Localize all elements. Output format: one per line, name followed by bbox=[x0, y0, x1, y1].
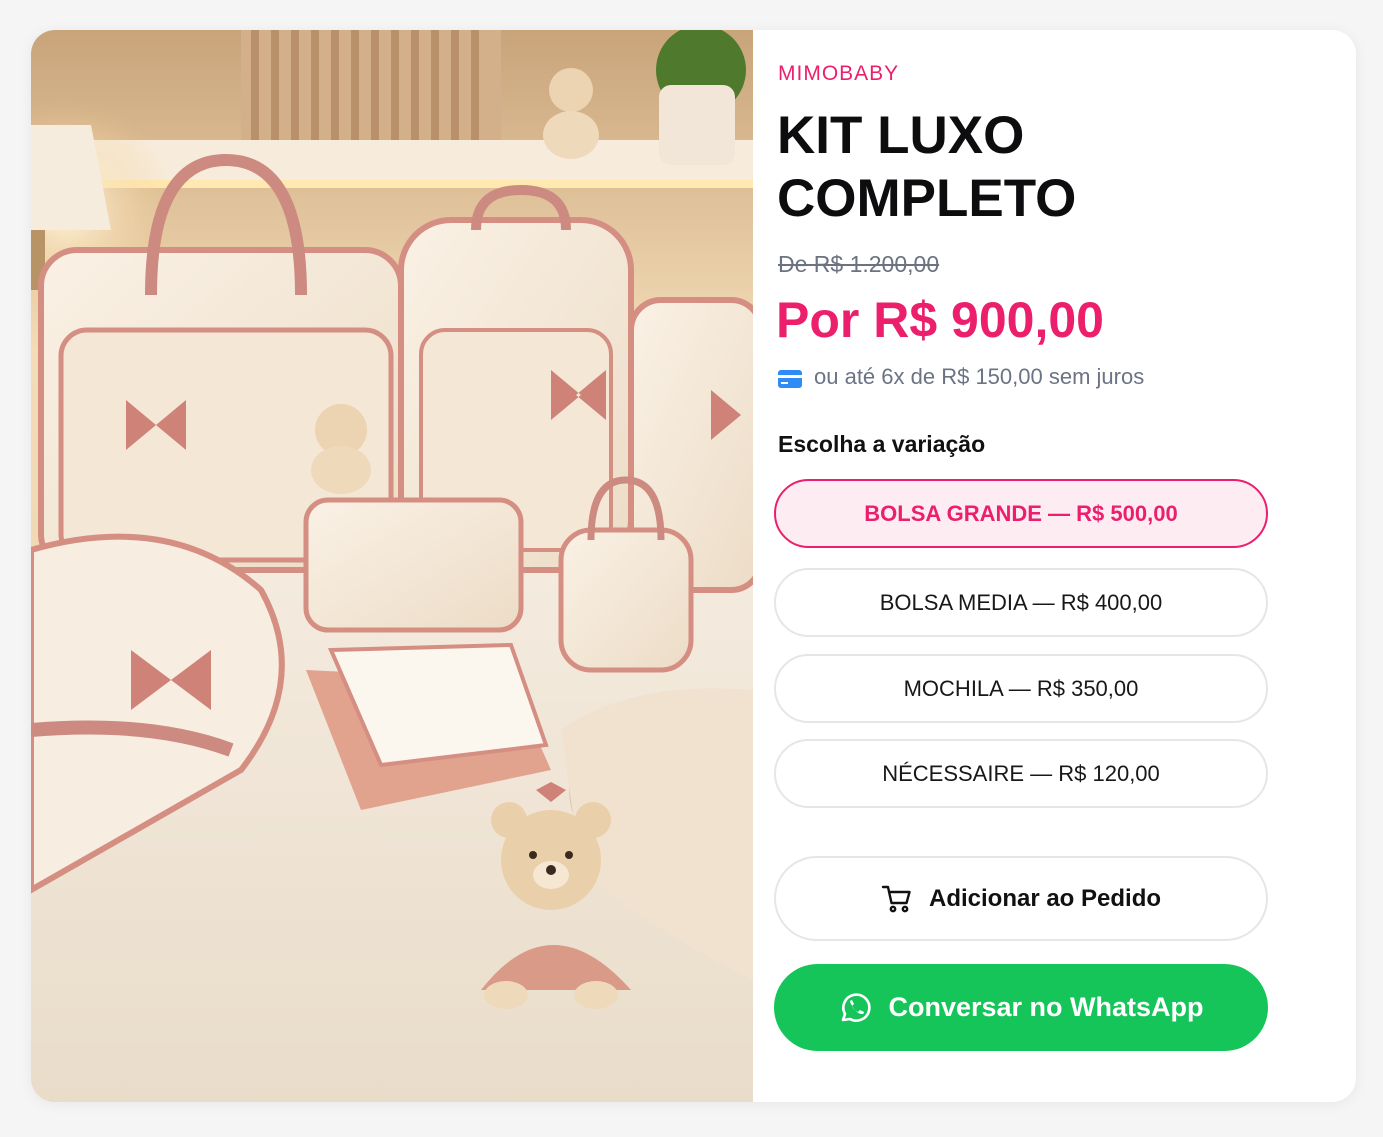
original-price: De R$ 1.200,00 bbox=[778, 251, 940, 277]
variation-option-label: BOLSA GRANDE — R$ 500,00 bbox=[864, 500, 1178, 526]
add-to-order-label: Adicionar ao Pedido bbox=[928, 884, 1162, 912]
variation-option-label: BOLSA MEDIA — R$ 400,00 bbox=[879, 589, 1163, 615]
installments-info: ou até 6x de R$ 150,00 sem juros bbox=[778, 364, 1144, 390]
variation-option-label: NÉCESSAIRE — R$ 120,00 bbox=[882, 760, 1160, 786]
whatsapp-icon bbox=[838, 991, 872, 1025]
variation-label: Escolha a variação bbox=[778, 431, 986, 457]
variation-option-label: MOCHILA — R$ 350,00 bbox=[903, 675, 1139, 701]
variation-option-bolsa-grande[interactable]: BOLSA GRANDE — R$ 500,00 bbox=[774, 479, 1268, 548]
brand-name: MIMOBABY bbox=[778, 62, 900, 85]
whatsapp-label: Conversar no WhatsApp bbox=[888, 992, 1204, 1022]
sale-price: Por R$ 900,00 bbox=[776, 292, 1104, 348]
variation-option-mochila[interactable]: MOCHILA — R$ 350,00 bbox=[774, 654, 1268, 723]
credit-card-icon bbox=[778, 368, 802, 388]
variation-option-bolsa-media[interactable]: BOLSA MEDIA — R$ 400,00 bbox=[774, 568, 1268, 637]
add-to-order-button[interactable]: Adicionar ao Pedido bbox=[774, 856, 1268, 941]
whatsapp-button[interactable]: Conversar no WhatsApp bbox=[774, 964, 1268, 1051]
installments-text: ou até 6x de R$ 150,00 sem juros bbox=[814, 364, 1145, 389]
cart-icon bbox=[881, 884, 913, 914]
variation-option-necessaire[interactable]: NÉCESSAIRE — R$ 120,00 bbox=[774, 739, 1268, 808]
product-title: KIT LUXO COMPLETO bbox=[777, 106, 1077, 228]
product-image bbox=[31, 30, 753, 1102]
